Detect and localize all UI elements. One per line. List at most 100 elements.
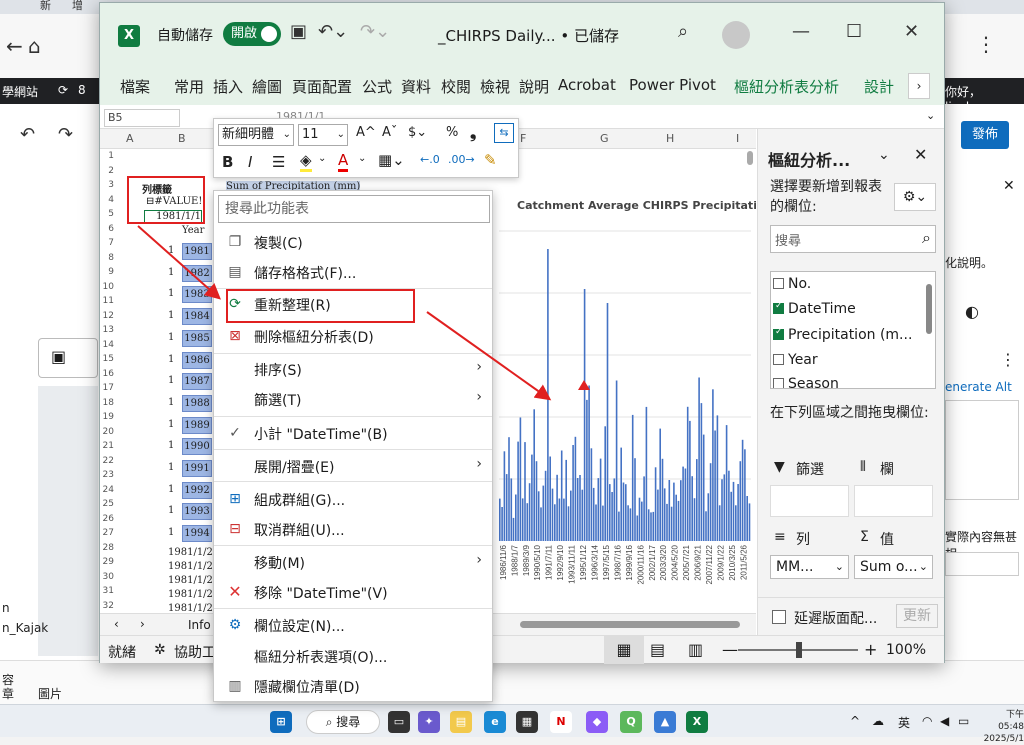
precipitation-chart[interactable]: Catchment Average CHIRPS Precipitatic 19… [493,186,756,613]
date-cell[interactable]: 1981/1/26 [168,575,219,586]
gear-icon[interactable]: ⚙⌄ [894,183,936,211]
year-slicer-button[interactable]: 1992 [182,481,212,499]
tab-page-layout[interactable]: 頁面配置 [292,76,352,97]
year-slicer-button[interactable]: 1994 [182,525,212,543]
zoom-slider-thumb[interactable] [796,642,802,658]
chevron-right-icon[interactable]: › [140,617,145,631]
date-cell[interactable]: 1981/1/28 [168,603,219,613]
values-field-dropdown[interactable]: Sum o... ⌄ [854,555,933,579]
wrap-icon[interactable]: ⇆ [494,123,514,143]
menu-item-move[interactable]: 移動(M) › [214,547,492,577]
row-header[interactable]: 21 [100,441,114,451]
column-header[interactable]: B [178,132,186,145]
percent-icon[interactable]: % [446,125,458,140]
page-break-icon[interactable]: ▥ [688,640,703,659]
redo-icon[interactable]: ↷⌄ [360,21,390,42]
italic-icon[interactable]: I [248,153,252,171]
menu-item-pivot-options[interactable]: 樞紐分析表選項(O)... [214,641,492,671]
excel-taskbar-icon[interactable]: X [686,711,708,733]
menu-item-field-settings[interactable]: ⚙ 欄位設定(N)... [214,610,492,640]
tab-acrobat[interactable]: Acrobat [558,76,616,94]
menu-search-input[interactable]: 搜尋此功能表 [218,195,490,223]
close-icon[interactable]: ✕ [904,21,919,42]
row-header[interactable]: 1 [100,151,114,161]
sheet-tab-info[interactable]: Info [188,618,211,632]
row-header[interactable]: 32 [100,601,114,611]
search-icon[interactable]: ⌕ [678,21,688,42]
row-header[interactable]: 9 [100,267,114,277]
align-center-icon[interactable]: ☰ [272,153,285,171]
year-slicer-button[interactable]: 1985 [182,329,212,347]
menu-item-remove[interactable]: ✕ 移除 "DateTime"(V) [214,577,492,607]
start-icon[interactable]: ⊞ [270,711,292,733]
volume-icon[interactable]: ◀ [940,714,949,728]
year-slicer-button[interactable]: 1991 [182,460,212,477]
close-icon[interactable]: ✕ [914,145,927,164]
tab-review[interactable]: 校閱 [441,76,471,97]
tab-file[interactable]: 檔案 [120,76,150,97]
field-item-no[interactable]: No. [773,276,811,292]
app-icon[interactable]: ▲ [654,711,676,733]
wifi-icon[interactable]: ◠ [922,714,932,728]
redo-icon[interactable]: ↷ [58,124,73,145]
battery-icon[interactable]: ▭ [958,714,969,728]
browser-tab[interactable]: 新 [40,0,51,14]
chevron-down-icon[interactable]: ⌄ [610,25,621,40]
menu-item-copy[interactable]: ❐ 複製(C) [214,227,492,257]
row-header[interactable]: 14 [100,340,114,350]
row-header[interactable]: 8 [100,253,114,263]
accessibility-status[interactable]: 協助工 [174,642,216,662]
tab-data[interactable]: 資料 [401,76,431,97]
row-header[interactable]: 2 [100,166,114,176]
row-header[interactable]: 28 [100,543,114,553]
tab-help[interactable]: 說明 [519,76,549,97]
netflix-icon[interactable]: N [550,711,572,733]
back-icon[interactable]: ← [6,34,23,58]
file-explorer-icon[interactable]: ▤ [450,711,472,733]
close-icon[interactable]: ✕ [1003,178,1015,194]
row-header[interactable]: 25 [100,499,114,509]
row-header[interactable]: 12 [100,311,114,321]
menu-item-sort[interactable]: 排序(S) › [214,354,492,384]
menu-item-filter[interactable]: 篩選(T) › [214,384,492,414]
undo-icon[interactable]: ↶⌄ [318,21,348,42]
name-box[interactable]: B5 [104,109,180,127]
zoom-level[interactable]: 100% [886,642,926,658]
field-item-year[interactable]: Year [773,352,818,368]
row-header[interactable]: 4 [100,195,114,205]
filters-zone[interactable] [770,485,849,517]
undo-icon[interactable]: ↶ [20,124,35,145]
field-item-precipitation[interactable]: Precipitation (m... [773,327,912,343]
menu-item-delete-pivot[interactable]: ⊠ 刪除樞紐分析表(D) [214,321,492,351]
qgis-icon[interactable]: Q [620,711,642,733]
borders-icon[interactable]: ▦⌄ [378,151,405,169]
minimize-icon[interactable]: — [792,21,810,42]
column-header[interactable]: H [666,132,674,145]
row-header[interactable]: 23 [100,470,114,480]
sync-icon[interactable]: ⟳ [58,83,68,97]
font-size-dropdown[interactable]: 11 ⌄ [298,124,348,146]
vertical-scrollbar[interactable] [747,151,753,165]
row-header[interactable]: 26 [100,514,114,524]
tab-pivot-analyze[interactable]: 樞紐分析表分析 [734,76,839,97]
column-header[interactable]: A [126,132,134,145]
zoom-out-icon[interactable]: — [722,640,738,659]
row-header[interactable]: 27 [100,528,114,538]
clock[interactable]: 下午 05:48 2025/5/1 [982,709,1024,745]
normal-view-icon[interactable]: ▦ [604,636,644,664]
alt-text-box[interactable] [945,400,1019,500]
rows-field-dropdown[interactable]: MM... ⌄ [770,555,849,579]
row-header[interactable]: 6 [100,224,114,234]
row-header[interactable]: 31 [100,586,114,596]
tab-home[interactable]: 常用 [174,76,204,97]
zoom-in-icon[interactable]: + [864,640,877,659]
chevron-right-icon[interactable]: › [908,73,930,99]
page-layout-icon[interactable]: ▤ [650,640,665,659]
field-list-scrollbar[interactable] [926,284,932,334]
decrease-decimal-icon[interactable]: .00→ [448,153,475,166]
home-icon[interactable]: ⌂ [28,34,41,58]
columns-zone[interactable] [854,485,933,517]
chevron-down-icon[interactable]: ⌄ [926,109,935,122]
field-search-input[interactable]: 搜尋 ⌕ [770,225,936,253]
maximize-icon[interactable]: ☐ [846,21,862,42]
